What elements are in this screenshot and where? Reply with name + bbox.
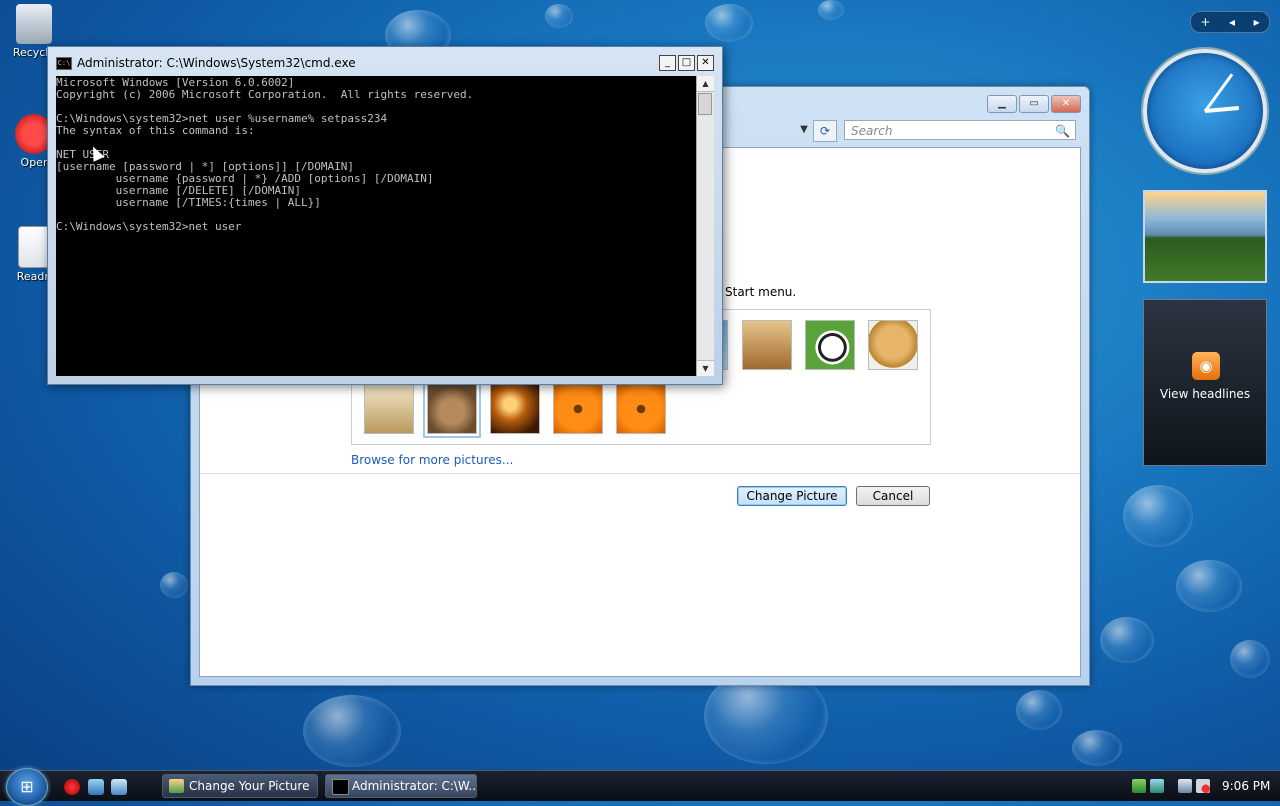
wallpaper-bubble bbox=[1176, 560, 1242, 612]
picture-option[interactable] bbox=[742, 320, 792, 370]
window-controls: ▁ ▭ ✕ bbox=[987, 95, 1081, 113]
scroll-up-icon[interactable]: ▲ bbox=[697, 76, 714, 92]
instruction-text: Start menu. bbox=[725, 285, 797, 299]
feed-label: View headlines bbox=[1159, 387, 1251, 401]
start-button[interactable]: ⊞ bbox=[6, 768, 48, 806]
wallpaper-bubble bbox=[303, 695, 401, 767]
wallpaper-bubble bbox=[160, 572, 188, 598]
divider bbox=[201, 473, 1079, 474]
wallpaper-bubble bbox=[818, 0, 844, 20]
minimize-button[interactable]: _ bbox=[659, 55, 676, 71]
add-gadget-icon[interactable]: + bbox=[1200, 15, 1210, 29]
clock-gadget[interactable] bbox=[1143, 49, 1267, 173]
wallpaper-bubble bbox=[1100, 617, 1154, 663]
scroll-thumb[interactable] bbox=[698, 93, 712, 115]
cmd-icon bbox=[332, 779, 349, 795]
security-icon[interactable] bbox=[1132, 779, 1146, 793]
maximize-button[interactable]: ▭ bbox=[1019, 95, 1049, 113]
sidebar-controls: + ◂ ▸ bbox=[1190, 11, 1270, 33]
clock-time[interactable]: 9:06 PM bbox=[1222, 779, 1270, 793]
network-icon[interactable] bbox=[1178, 779, 1192, 793]
recycle-bin-icon bbox=[16, 4, 52, 44]
opera-icon[interactable] bbox=[64, 779, 80, 795]
feed-headlines-gadget[interactable]: ◉ View headlines bbox=[1143, 299, 1267, 466]
picture-option[interactable] bbox=[490, 384, 540, 434]
close-button[interactable]: ✕ bbox=[1051, 95, 1081, 113]
cmd-title-bar[interactable]: C:\ Administrator: C:\Windows\System32\c… bbox=[56, 56, 356, 70]
users-icon bbox=[169, 779, 184, 793]
picture-option[interactable] bbox=[616, 384, 666, 434]
previous-icon[interactable]: ◂ bbox=[1229, 15, 1235, 29]
task-label: Change Your Picture bbox=[189, 779, 310, 793]
rss-icon: ◉ bbox=[1192, 352, 1220, 380]
address-dropdown-icon[interactable]: ▼ bbox=[796, 121, 812, 139]
maximize-button[interactable]: □ bbox=[678, 55, 695, 71]
browse-more-pictures-link[interactable]: Browse for more pictures... bbox=[351, 453, 513, 467]
scroll-down-icon[interactable]: ▼ bbox=[697, 360, 714, 376]
console-output[interactable]: Microsoft Windows [Version 6.0.6002] Cop… bbox=[56, 76, 696, 376]
taskbar: ⊞ Change Your Picture Administrator: C:\… bbox=[0, 768, 1280, 806]
console-text: Microsoft Windows [Version 6.0.6002] Cop… bbox=[56, 76, 474, 233]
minimize-button[interactable]: ▁ bbox=[987, 95, 1017, 113]
wallpaper-bubble bbox=[1123, 485, 1193, 547]
search-placeholder: Search bbox=[851, 124, 893, 138]
text-document-icon bbox=[18, 226, 50, 268]
picture-option[interactable] bbox=[805, 320, 855, 370]
command-prompt-window[interactable]: C:\ Administrator: C:\Windows\System32\c… bbox=[47, 46, 723, 385]
network-sync-icon[interactable] bbox=[1150, 779, 1164, 793]
search-input[interactable]: Search 🔍 bbox=[844, 120, 1076, 140]
picture-option[interactable] bbox=[868, 320, 918, 370]
desktop-icon-label: Oper bbox=[20, 156, 48, 169]
show-desktop-icon[interactable] bbox=[88, 779, 104, 795]
search-icon: 🔍 bbox=[1055, 124, 1070, 138]
wallpaper-bubble bbox=[1016, 690, 1062, 730]
cmd-window-title: Administrator: C:\Windows\System32\cmd.e… bbox=[77, 56, 356, 70]
change-picture-button[interactable]: Change Picture bbox=[737, 486, 847, 506]
window-controls: _ □ ✕ bbox=[659, 55, 714, 71]
switch-windows-icon[interactable] bbox=[111, 779, 127, 795]
wallpaper-bubble bbox=[545, 4, 573, 28]
picture-option[interactable] bbox=[364, 384, 414, 434]
taskbar-button-change-your-picture[interactable]: Change Your Picture bbox=[162, 774, 318, 798]
picture-option-selected[interactable] bbox=[423, 380, 481, 438]
wallpaper-bubble bbox=[1230, 640, 1270, 678]
refresh-icon[interactable]: ⟳ bbox=[813, 120, 837, 142]
cancel-button[interactable]: Cancel bbox=[856, 486, 930, 506]
taskbar-button-cmd[interactable]: Administrator: C:\W... bbox=[325, 774, 477, 798]
wallpaper-bubble bbox=[1072, 730, 1122, 766]
cmd-icon: C:\ bbox=[56, 56, 72, 70]
volume-muted-icon[interactable] bbox=[1196, 779, 1210, 793]
close-button[interactable]: ✕ bbox=[697, 55, 714, 71]
slideshow-gadget[interactable] bbox=[1143, 190, 1267, 283]
vertical-scrollbar[interactable]: ▲ ▼ bbox=[696, 76, 714, 376]
wallpaper-bubble bbox=[705, 4, 753, 42]
picture-option[interactable] bbox=[553, 384, 603, 434]
task-label: Administrator: C:\W... bbox=[352, 779, 477, 793]
next-icon[interactable]: ▸ bbox=[1254, 15, 1260, 29]
